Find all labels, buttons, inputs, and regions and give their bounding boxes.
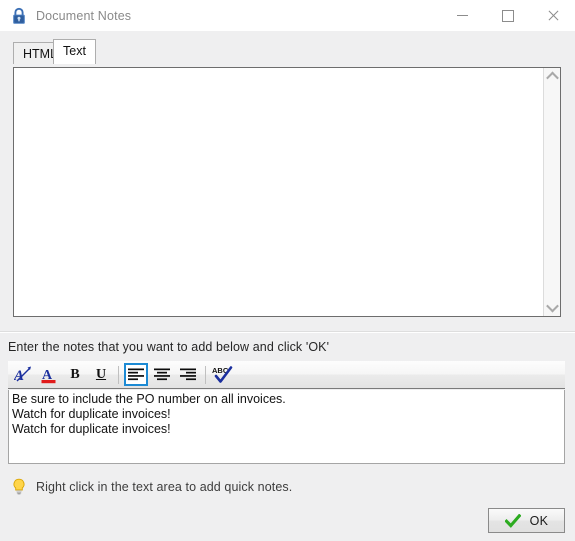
close-button[interactable] [530, 0, 575, 31]
notes-textarea[interactable]: Be sure to include the PO number on all … [8, 390, 565, 464]
tab-text[interactable]: Text [53, 39, 96, 64]
close-icon [547, 10, 559, 22]
align-center-icon [154, 368, 170, 382]
minimize-icon [457, 15, 468, 16]
notes-line: Watch for duplicate invoices! [12, 407, 171, 421]
align-left-button[interactable] [124, 363, 148, 386]
chevron-down-icon [545, 299, 559, 313]
underline-icon: U [95, 366, 107, 382]
quick-notes-hint: Right click in the text area to add quic… [12, 478, 292, 495]
spell-check-icon: ABC [212, 365, 234, 384]
chevron-up-icon [545, 71, 559, 85]
tab-strip: HTML Text [0, 31, 575, 64]
section-divider [0, 331, 575, 333]
align-right-button[interactable] [176, 363, 200, 386]
bold-button[interactable]: B [63, 363, 87, 386]
toolbar-separator-1 [118, 365, 119, 384]
title-bar: Document Notes [0, 0, 575, 32]
green-check-icon [504, 513, 521, 528]
font-color-button[interactable]: A [37, 363, 61, 386]
hint-label: Right click in the text area to add quic… [36, 479, 293, 494]
bold-icon: B [70, 366, 80, 382]
scroll-down-button[interactable] [544, 299, 561, 316]
underline-button[interactable]: U [89, 363, 113, 386]
spell-check-button[interactable]: ABC [211, 363, 235, 386]
maximize-icon [501, 9, 514, 22]
instruction-label: Enter the notes that you want to add bel… [8, 340, 330, 354]
font-color-icon: A [40, 366, 58, 384]
notes-line: Be sure to include the PO number on all … [12, 392, 286, 406]
window-title: Document Notes [36, 8, 132, 23]
ok-button[interactable]: OK [488, 508, 565, 533]
maximize-button[interactable] [485, 0, 530, 31]
toolbar-separator-2 [205, 365, 206, 384]
preview-vertical-scrollbar[interactable] [543, 68, 560, 316]
notes-preview-pane [13, 67, 561, 317]
preview-content[interactable] [14, 68, 543, 316]
ok-button-label: OK [529, 513, 549, 528]
padlock-icon [11, 7, 27, 25]
align-right-icon [180, 368, 196, 382]
scroll-up-button[interactable] [544, 68, 561, 85]
window-controls [440, 0, 575, 31]
lightbulb-icon [12, 478, 26, 495]
align-center-button[interactable] [150, 363, 174, 386]
font-button[interactable]: A [11, 363, 35, 386]
editor-toolbar: A A B U ABC [8, 361, 565, 389]
font-icon: A [14, 366, 33, 383]
minimize-button[interactable] [440, 0, 485, 31]
notes-line: Watch for duplicate invoices! [12, 422, 171, 436]
align-left-icon [128, 368, 144, 382]
